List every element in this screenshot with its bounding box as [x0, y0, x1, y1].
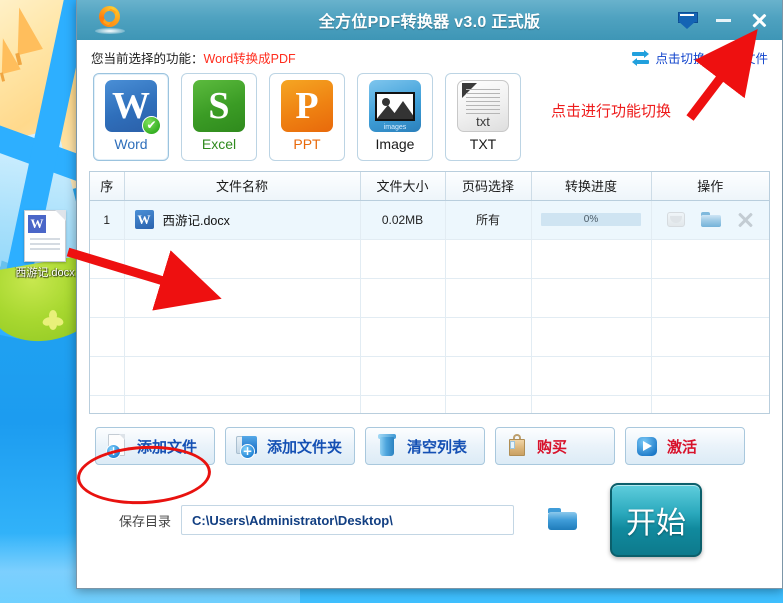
minimize-to-tray-icon: [678, 11, 698, 29]
activate-button[interactable]: 激活: [625, 427, 746, 465]
save-directory-input[interactable]: C:\Users\Administrator\Desktop\: [181, 505, 515, 535]
excel-tile-glyph: S: [208, 85, 230, 127]
open-folder-icon[interactable]: [700, 212, 721, 227]
close-icon: [751, 12, 767, 28]
format-button-word[interactable]: W ✔ Word: [93, 73, 169, 161]
table-row-empty: [90, 317, 769, 357]
column-header-index[interactable]: 序: [90, 172, 125, 201]
clear-list-button[interactable]: 清空列表: [365, 427, 486, 465]
preview-icon[interactable]: [666, 212, 685, 227]
format-button-image[interactable]: images Image: [357, 73, 433, 161]
add-folder-label: 添加文件夹: [267, 439, 343, 456]
txt-icon: txt: [457, 80, 509, 132]
current-function-prefix: 您当前选择的功能：: [91, 52, 204, 66]
window-controls: [676, 0, 770, 40]
word-glyph: W: [28, 215, 46, 233]
add-file-label: 添加文件: [137, 439, 198, 456]
action-button-row: + 添加文件 + 添加文件夹 清空列表 购买 激活: [77, 414, 782, 465]
table-row-empty: [90, 239, 769, 279]
cell-pages[interactable]: 所有: [445, 200, 532, 240]
add-file-button[interactable]: + 添加文件: [95, 427, 215, 465]
progress-bar: 0%: [541, 213, 641, 226]
picture-frame-icon: [375, 91, 415, 121]
table-row[interactable]: 1 W 西游记.docx 0.02MB 所有 0%: [90, 200, 769, 240]
minimize-to-tray-button[interactable]: [676, 9, 698, 31]
file-list-table[interactable]: 序 文件名称 文件大小 页码选择 转换进度 操作 1 W 西游记.docx 0.…: [89, 171, 770, 414]
table-row-empty: [90, 278, 769, 318]
minimize-button[interactable]: [712, 9, 734, 31]
selected-check-icon: ✔: [142, 116, 161, 135]
excel-icon: S: [193, 80, 245, 132]
trash-icon: [374, 433, 400, 459]
format-button-txt[interactable]: txt TXT: [445, 73, 521, 161]
convert-arrows-logo-icon: [95, 5, 125, 35]
image-tile-caption: images: [383, 124, 407, 131]
save-directory-label: 保存目录: [119, 513, 172, 529]
ppt-icon: P: [281, 80, 333, 132]
format-selector-row: W ✔ Word S Excel P PPT images Image txt …: [77, 68, 782, 161]
cell-filesize: 0.02MB: [360, 200, 446, 240]
current-function-value: Word转换成PDF: [203, 52, 296, 66]
column-header-progress[interactable]: 转换进度: [531, 172, 652, 201]
switch-mode-label: 点击切换PDF转文件: [655, 52, 768, 66]
txt-tile-caption: txt: [476, 114, 490, 129]
application-window: 全方位PDF转换器 v3.0 正式版 您当前选择的功能：Word转换成PDF 点…: [76, 0, 783, 589]
format-button-ppt[interactable]: P PPT: [269, 73, 345, 161]
cell-filename-text: 西游记.docx: [162, 214, 230, 228]
word-file-icon: W: [134, 210, 154, 229]
wallpaper-flower: [41, 310, 65, 330]
format-label-ppt: PPT: [293, 136, 321, 152]
add-folder-button[interactable]: + 添加文件夹: [225, 427, 356, 465]
clear-list-label: 清空列表: [407, 439, 468, 456]
format-button-excel[interactable]: S Excel: [181, 73, 257, 161]
buy-label: 购买: [537, 439, 568, 456]
format-label-image: Image: [375, 136, 415, 152]
desktop-file-label: 西游记.docx: [15, 267, 75, 279]
format-label-excel: Excel: [201, 136, 237, 152]
image-icon: images: [369, 80, 421, 132]
table-row-empty: [90, 356, 769, 396]
add-file-icon: +: [104, 433, 130, 459]
table-header-row: 序 文件名称 文件大小 页码选择 转换进度 操作: [90, 172, 769, 201]
desktop-file-icon[interactable]: W 西游记.docx: [10, 210, 80, 280]
arrow-activate-icon: [634, 433, 660, 459]
minimize-icon: [715, 18, 731, 22]
remove-icon[interactable]: [737, 211, 754, 228]
browse-folder-icon[interactable]: [548, 508, 578, 532]
column-header-pages[interactable]: 页码选择: [445, 172, 532, 201]
cell-index: 1: [90, 200, 125, 240]
cell-filename: W 西游记.docx: [124, 200, 361, 240]
ppt-tile-glyph: P: [295, 85, 319, 127]
buy-button[interactable]: 购买: [495, 427, 616, 465]
column-header-filename[interactable]: 文件名称: [124, 172, 361, 201]
word-icon: W ✔: [105, 80, 161, 135]
cell-actions: [651, 200, 769, 240]
function-bar: 您当前选择的功能：Word转换成PDF 点击切换PDF转文件: [77, 40, 782, 68]
start-button[interactable]: 开始: [610, 483, 703, 557]
title-bar: 全方位PDF转换器 v3.0 正式版: [77, 0, 782, 40]
format-label-txt: TXT: [469, 136, 497, 152]
current-function-text: 您当前选择的功能：Word转换成PDF: [91, 48, 296, 67]
column-header-filesize[interactable]: 文件大小: [360, 172, 446, 201]
close-button[interactable]: [748, 9, 770, 31]
column-header-actions[interactable]: 操作: [651, 172, 769, 201]
table-row-empty: [90, 395, 769, 413]
add-folder-icon: +: [234, 433, 260, 459]
save-directory-row: 保存目录 C:\Users\Administrator\Desktop\ 开始: [77, 465, 782, 557]
activate-label: 激活: [667, 439, 698, 456]
progress-label: 0%: [583, 214, 599, 225]
swap-arrows-icon: [632, 49, 650, 66]
txt-document-icon: txt: [462, 83, 504, 129]
format-label-word: Word: [114, 136, 148, 152]
word-document-icon: W: [24, 210, 66, 262]
cell-progress: 0%: [531, 200, 652, 240]
shopping-bag-icon: [504, 433, 530, 459]
switch-mode-link[interactable]: 点击切换PDF转文件: [632, 48, 768, 67]
